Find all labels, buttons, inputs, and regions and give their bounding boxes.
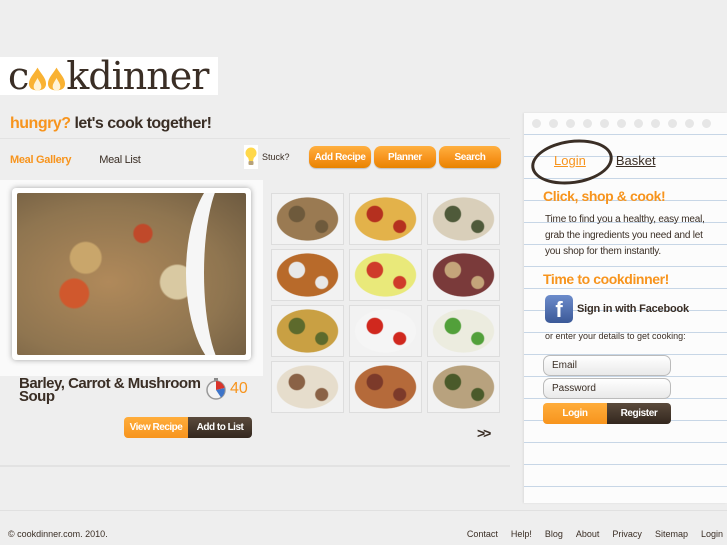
meal-thumbnail-chicken-curry[interactable] [349, 361, 422, 413]
tagline: hungry? let's cook together! [10, 115, 212, 133]
footer-link-help[interactable]: Help! [511, 529, 532, 539]
footer-links: Contact Help! Blog About Privacy Sitemap… [467, 529, 723, 539]
stuck-hint[interactable]: Stuck? [244, 145, 290, 169]
tab-meal-gallery[interactable]: Meal Gallery [10, 154, 72, 166]
notepad-instructions: or enter your details to get cooking: [545, 331, 686, 341]
notepad-tabs: Login Basket [554, 153, 656, 168]
login-actions: Login Register [543, 403, 671, 424]
tab-meal-list[interactable]: Meal List [99, 154, 141, 166]
footer-link-sitemap[interactable]: Sitemap [655, 529, 688, 539]
meal-thumbnail-penne-tomato[interactable] [349, 193, 422, 245]
search-button[interactable]: Search [439, 146, 501, 168]
tagline-rest: let's cook together! [74, 115, 212, 132]
login-notepad: Login Basket Click, shop & cook! Time to… [524, 113, 727, 503]
meal-thumbnail-bean-stew[interactable] [271, 249, 344, 301]
logo[interactable]: c kdinner [0, 57, 218, 95]
view-tabs: Meal Gallery Meal List [10, 154, 141, 166]
add-to-list-button[interactable]: Add to List [188, 417, 252, 438]
facebook-signin-label: Sign in with Facebook [577, 303, 689, 315]
notepad-heading: Click, shop & cook! [543, 188, 666, 204]
footer-link-login[interactable]: Login [701, 529, 723, 539]
divider [0, 465, 510, 467]
logo-suffix: kdinner [66, 54, 209, 98]
next-page-button[interactable]: >> [477, 425, 491, 441]
planner-button[interactable]: Planner [374, 146, 436, 168]
footer-link-blog[interactable]: Blog [545, 529, 563, 539]
featured-recipe-image[interactable] [12, 188, 251, 360]
logo-wordmark: c kdinner [8, 54, 209, 98]
notepad-subheading: Time to cookdinner! [543, 271, 669, 287]
tab-basket[interactable]: Basket [616, 153, 656, 168]
footer-link-about[interactable]: About [576, 529, 600, 539]
footer-divider [0, 510, 727, 511]
cook-time-value: 40 [230, 380, 248, 397]
password-field[interactable] [543, 378, 671, 399]
featured-actions: View Recipe Add to List [124, 417, 252, 438]
add-recipe-button[interactable]: Add Recipe [309, 146, 371, 168]
cook-time: 40 [205, 378, 248, 400]
meal-thumbnail-penne-spinach[interactable] [427, 193, 500, 245]
facebook-signin-button[interactable]: f Sign in with Facebook [545, 295, 689, 323]
login-button[interactable]: Login [543, 403, 607, 424]
meal-gallery-grid [271, 193, 500, 413]
divider [0, 138, 510, 139]
copyright: © cookdinner.com. 2010. [8, 529, 108, 539]
soup-photo [17, 193, 246, 355]
meal-thumbnail-caprese-skewers[interactable] [349, 305, 422, 357]
tagline-highlight: hungry? [10, 115, 71, 132]
meal-thumbnail-chicken-herb[interactable] [427, 361, 500, 413]
lightbulb-icon [244, 145, 258, 169]
stopwatch-icon [206, 378, 226, 400]
email-field[interactable] [543, 355, 671, 376]
facebook-icon: f [545, 295, 573, 323]
meal-thumbnail-pea-risotto[interactable] [427, 305, 500, 357]
meal-thumbnail-pasta-chicken[interactable] [271, 361, 344, 413]
notepad-holes [532, 119, 711, 128]
featured-recipe-title[interactable]: Barley, Carrot & Mushroom Soup [19, 376, 204, 404]
stuck-label: Stuck? [262, 152, 290, 162]
nav-buttons: Add Recipe Planner Search [309, 146, 501, 168]
meal-thumbnail-rice-pilaf[interactable] [271, 305, 344, 357]
flame-icon [29, 67, 47, 91]
meal-thumbnail-barley-soup[interactable] [271, 193, 344, 245]
meal-thumbnail-salad[interactable] [349, 249, 422, 301]
notepad-description: Time to find you a healthy, easy meal, g… [545, 214, 705, 257]
tab-login[interactable]: Login [554, 153, 586, 168]
view-recipe-button[interactable]: View Recipe [124, 417, 188, 438]
logo-prefix: c [8, 54, 29, 98]
register-button[interactable]: Register [607, 403, 671, 424]
flame-icon [48, 67, 66, 91]
footer-link-contact[interactable]: Contact [467, 529, 498, 539]
meal-thumbnail-beef-stew[interactable] [427, 249, 500, 301]
footer-link-privacy[interactable]: Privacy [612, 529, 642, 539]
